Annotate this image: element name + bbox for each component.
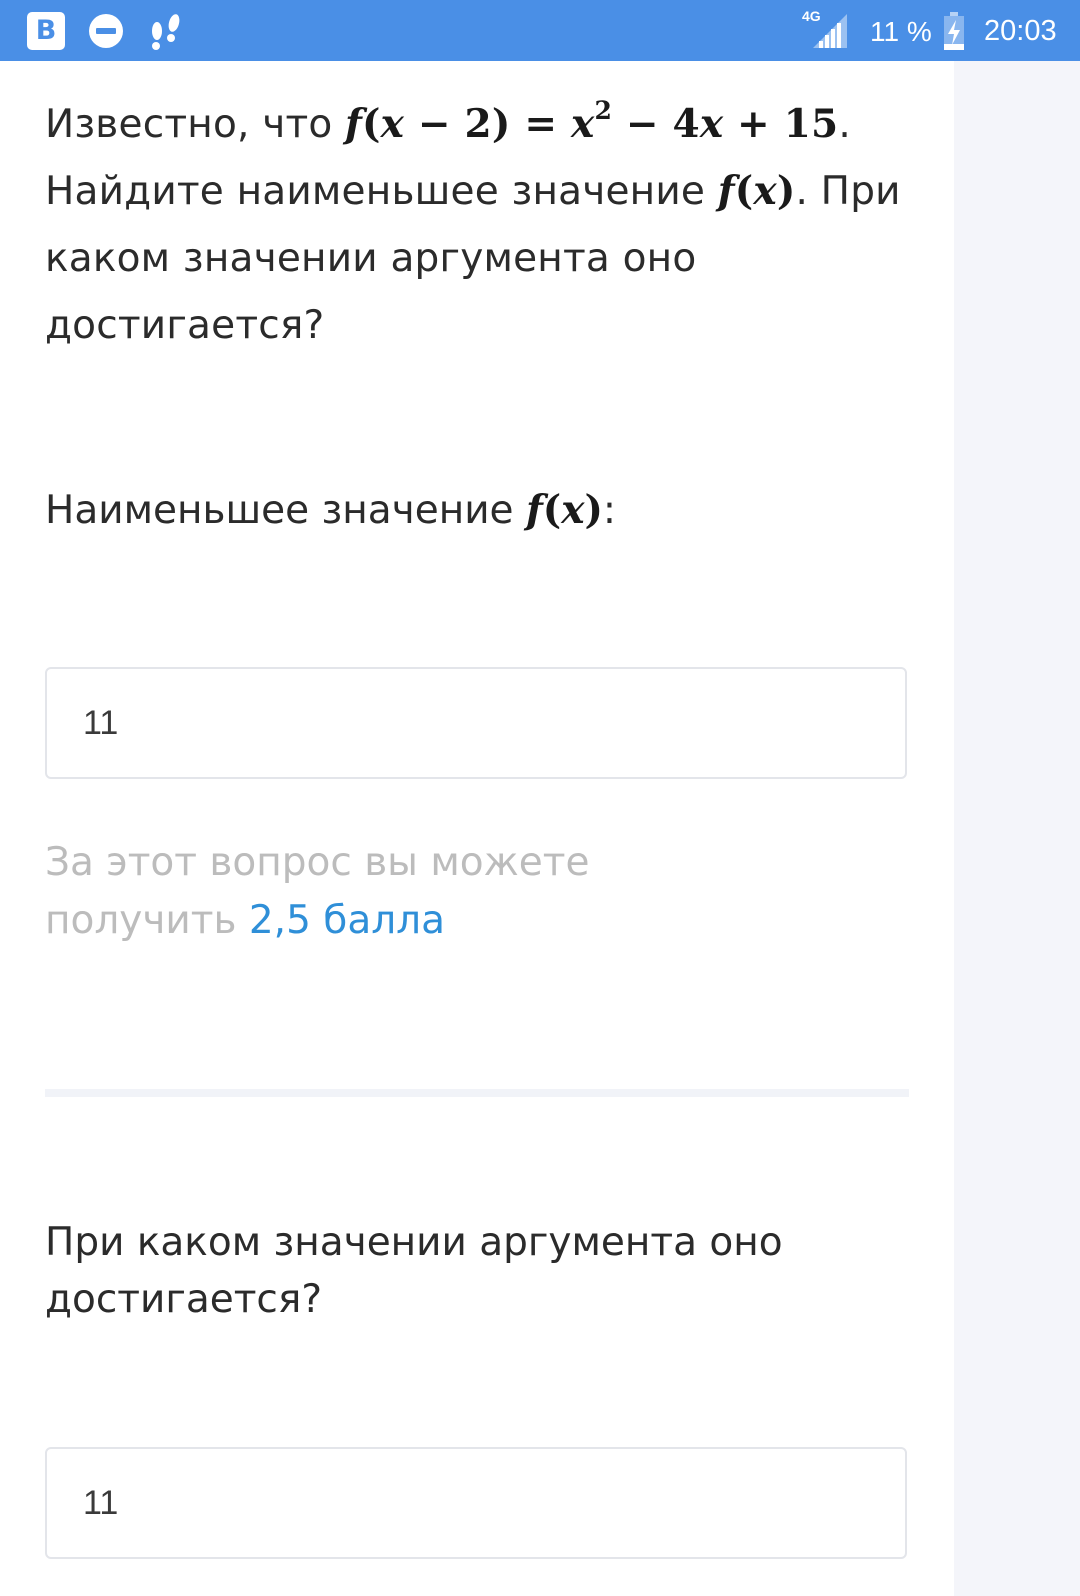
equation-part: + 15 [723,101,839,147]
equation-x: x [570,101,595,147]
question-content: Известно, что f(x − 2) = x2 − 4x + 15. Н… [0,61,954,1596]
min-value-answer-input[interactable] [45,667,907,779]
part1-label-text: Наименьшее значение [45,488,526,533]
fx-x: x [561,487,585,533]
fx-x: x [753,168,777,214]
section-divider [45,1089,909,1097]
fx-f: f [717,168,735,214]
fx-paren: ) [776,168,796,214]
status-bar: В 4G 11 % 20:03 [0,0,1080,61]
question-text: Известно, что f(x − 2) = x2 − 4x + 15. Н… [45,81,925,359]
question-prefix: Известно, что [45,102,346,147]
equation-x: x [699,101,724,147]
vk-letter: В [27,11,65,50]
battery-percent: 11 % [870,16,932,47]
argument-answer-input[interactable] [45,1447,907,1559]
equation-x: x [380,101,405,147]
footprints-icon [146,0,186,61]
fx-f: f [525,487,543,533]
equation-exponent: 2 [594,96,613,125]
equation-part: − 4 [612,101,700,147]
fx-paren: ( [734,168,754,214]
equation-f: f [345,101,363,147]
battery-charging-icon [942,0,966,61]
part1-label-colon: : [602,488,617,533]
equation: f(x − 2) = x2 − 4x + 15 [345,96,839,147]
do-not-disturb-icon [86,0,126,61]
equation-paren: ( [362,101,381,147]
fx-paren: ) [584,487,603,533]
part1-label: Наименьшее значение f(x): [45,482,616,539]
points-note: За этот вопрос вы можете получить 2,5 ба… [45,834,745,950]
fx-expression: f(x) [526,487,603,533]
fx-expression: f(x) [718,168,796,214]
clock: 20:03 [984,15,1057,47]
fx-paren: ( [542,487,562,533]
signal-icon [812,0,848,61]
points-value: 2,5 балла [248,898,445,943]
vk-icon: В [26,0,66,61]
equation-part: − 2) = [404,101,571,147]
side-margin [954,61,1080,1596]
part2-label: При каком значении аргумента оно достига… [45,1220,783,1322]
